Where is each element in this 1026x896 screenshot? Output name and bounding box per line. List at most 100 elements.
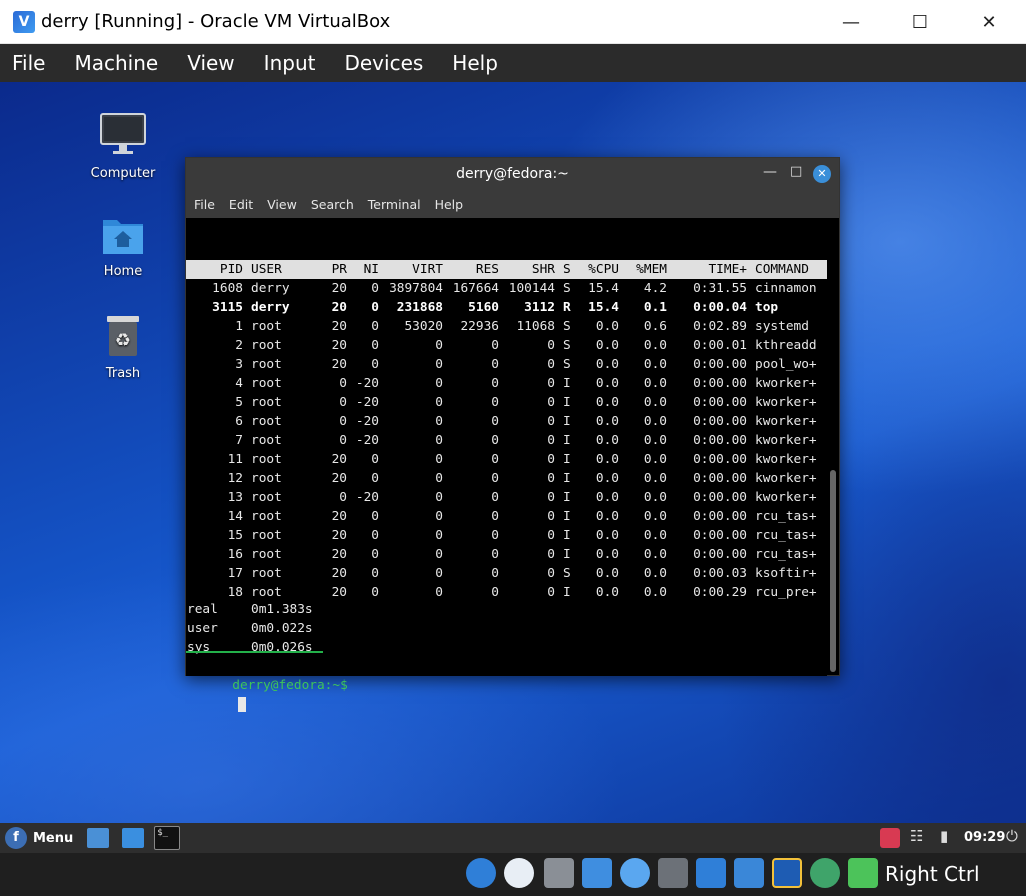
column-header: PR	[331, 262, 347, 277]
process-row: 12 root 20 0 0 0 0 I 0.0 0.0 0:00.00 kworker+	[186, 469, 827, 488]
process-cell-s: I	[563, 528, 571, 543]
process-cell-s: R	[563, 300, 571, 315]
desktop-icon-computer[interactable]: Computer	[78, 112, 168, 181]
process-row: 2 root 20 0 0 0 0 S 0.0 0.0 0:00.01 kthreadd	[186, 336, 827, 355]
process-cell-shr: 0	[547, 490, 555, 505]
menu-machine[interactable]: Machine	[74, 51, 158, 75]
menu-file[interactable]: File	[12, 51, 45, 75]
process-cell-cpu: 0.0	[595, 338, 619, 353]
video-capture-icon[interactable]	[734, 858, 764, 888]
process-cell-time: 0:00.00	[693, 395, 747, 410]
process-cell-ni: 0	[371, 357, 379, 372]
process-cell-user: root	[251, 395, 282, 410]
process-row: 4 root 0 -20 0 0 0 I 0.0 0.0 0:00.00 kworker+	[186, 374, 827, 393]
terminal-menu-search[interactable]: Search	[311, 197, 354, 212]
process-cell-res: 0	[491, 509, 499, 524]
process-cell-ni: 0	[371, 300, 379, 315]
mouse-integration-icon[interactable]	[810, 858, 840, 888]
maximize-button[interactable]: ☐	[897, 0, 943, 44]
process-cell-pr: 20	[331, 281, 347, 296]
terminal-menu-help[interactable]: Help	[435, 197, 464, 212]
process-cell-pid: 3115	[212, 300, 243, 315]
process-row: 5 root 0 -20 0 0 0 I 0.0 0.0 0:00.00 kworker+	[186, 393, 827, 412]
process-row: 3 root 20 0 0 0 0 S 0.0 0.0 0:00.00 pool_wo+	[186, 355, 827, 374]
column-header: USER	[251, 262, 282, 277]
menu-devices[interactable]: Devices	[344, 51, 423, 75]
trash-icon: ♻	[107, 316, 139, 356]
column-header: TIME+	[708, 262, 747, 277]
process-cell-user: root	[251, 452, 282, 467]
process-cell-shr: 3112	[524, 300, 555, 315]
process-cell-shr: 11068	[516, 319, 555, 334]
terminal-menu-file[interactable]: File	[194, 197, 215, 212]
process-cell-mem: 0.0	[643, 338, 667, 353]
terminal-scrollbar[interactable]	[830, 470, 836, 672]
process-cell-mem: 0.1	[643, 300, 667, 315]
process-cell-pr: 0	[339, 395, 347, 410]
process-cell-cmd: kthreadd	[755, 338, 817, 353]
process-cell-ni: 0	[371, 547, 379, 562]
process-cell-res: 0	[491, 490, 499, 505]
process-cell-virt: 0	[435, 490, 443, 505]
terminal-minimize-button[interactable]: —	[763, 164, 777, 180]
process-cell-cpu: 0.0	[595, 319, 619, 334]
terminal-close-button[interactable]: ✕	[813, 165, 831, 183]
files-icon[interactable]	[122, 828, 145, 848]
timing-line: real 0m1.383s	[186, 600, 827, 619]
process-cell-pr: 20	[331, 319, 347, 334]
menu-input[interactable]: Input	[264, 51, 316, 75]
timing-output: real 0m1.383s user 0m0.022s sys 0m0.026s	[186, 600, 827, 657]
network-icon[interactable]: ☷	[910, 827, 923, 845]
network-adapter-icon[interactable]	[582, 858, 612, 888]
process-cell-res: 0	[491, 357, 499, 372]
terminal-launcher-icon[interactable]: $_	[154, 826, 181, 850]
terminal-menu-terminal[interactable]: Terminal	[368, 197, 421, 212]
desktop-icon-home[interactable]: Home	[78, 214, 168, 279]
audio-icon[interactable]	[544, 858, 574, 888]
timing-line: user 0m0.022s	[186, 619, 827, 638]
process-cell-pid: 13	[227, 490, 243, 505]
menu-help[interactable]: Help	[452, 51, 498, 75]
update-manager-icon[interactable]	[880, 828, 900, 848]
process-row: 6 root 0 -20 0 0 0 I 0.0 0.0 0:00.00 kworker+	[186, 412, 827, 431]
process-row: 1 root 20 0 53020 22936 11068 S 0.0 0.6 0:02.89 sys…	[186, 317, 827, 336]
clock[interactable]: 09:29	[964, 830, 1005, 845]
terminal-output[interactable]: PID USER PR NI VIRT RES SHR S %CPU %MEM TIME+ COMMA…	[186, 239, 827, 712]
process-cell-shr: 0	[547, 566, 555, 581]
show-desktop-icon[interactable]	[87, 828, 110, 848]
process-cell-shr: 0	[547, 395, 555, 410]
menu-button[interactable]: Menu	[33, 831, 73, 846]
cpu-indicator-icon[interactable]	[772, 858, 802, 888]
process-cell-cmd: rcu_tas+	[755, 547, 817, 562]
desktop-icon-trash[interactable]: ♻ Trash	[78, 314, 168, 381]
keyboard-capture-icon[interactable]	[848, 858, 878, 888]
hard-disk-icon[interactable]	[466, 858, 496, 888]
process-cell-res: 0	[491, 528, 499, 543]
process-cell-pid: 2	[235, 338, 243, 353]
terminal-menu-view[interactable]: View	[267, 197, 297, 212]
menu-view[interactable]: View	[187, 51, 234, 75]
process-cell-cpu: 0.0	[595, 433, 619, 448]
text-cursor	[238, 697, 247, 712]
timing-value: 0m0.022s	[251, 621, 313, 636]
process-cell-ni: 0	[371, 281, 379, 296]
battery-icon[interactable]: ▮	[940, 827, 948, 845]
display-icon[interactable]	[696, 858, 726, 888]
terminal-menu-edit[interactable]: Edit	[229, 197, 253, 212]
process-cell-res: 0	[491, 414, 499, 429]
close-button[interactable]: ✕	[966, 0, 1012, 44]
process-cell-cpu: 0.0	[595, 566, 619, 581]
terminal-maximize-button[interactable]: □	[790, 164, 802, 179]
power-icon[interactable]: ⏻	[1006, 827, 1018, 845]
window-title: derry [Running] - Oracle VM VirtualBox	[41, 11, 391, 32]
process-cell-virt: 0	[435, 433, 443, 448]
process-cell-cpu: 0.0	[595, 357, 619, 372]
process-cell-cpu: 0.0	[595, 452, 619, 467]
terminal-window: derry@fedora:~ — □ ✕ File Edit View Sear…	[185, 157, 840, 712]
terminal-titlebar[interactable]: derry@fedora:~ — □ ✕	[186, 158, 839, 190]
minimize-button[interactable]: —	[828, 0, 874, 44]
usb-icon[interactable]	[620, 858, 650, 888]
shared-folders-icon[interactable]	[658, 858, 688, 888]
optical-drive-icon[interactable]	[504, 858, 534, 888]
process-cell-shr: 0	[547, 509, 555, 524]
